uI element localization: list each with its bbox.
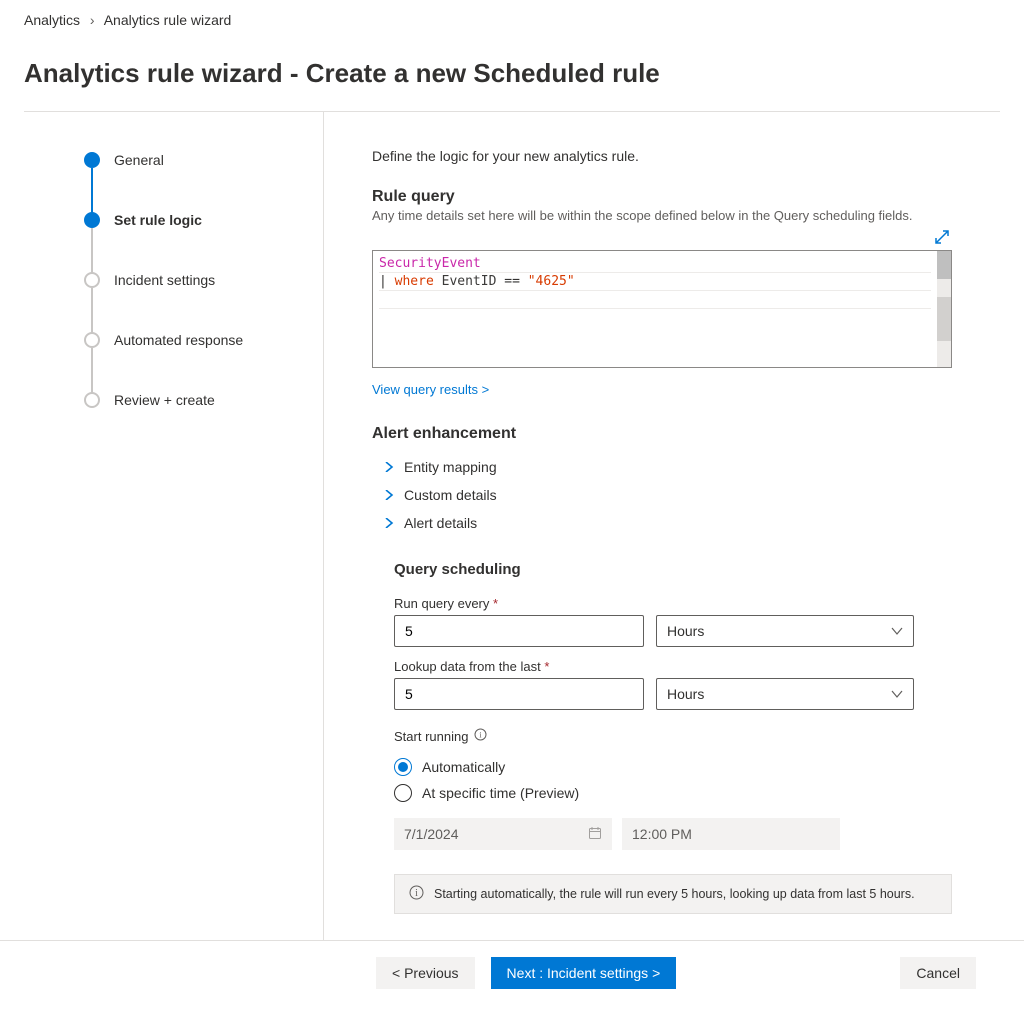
info-icon: i: [409, 885, 424, 903]
radio-specific-time[interactable]: At specific time (Preview): [394, 780, 952, 806]
expand-icon[interactable]: [934, 229, 950, 248]
chevron-right-icon: [384, 459, 394, 475]
step-review-create[interactable]: Review + create: [84, 392, 299, 408]
radio-label: Automatically: [422, 759, 505, 775]
info-icon[interactable]: i: [474, 728, 487, 744]
rule-query-heading: Rule query: [372, 188, 952, 206]
chevron-right-icon: [384, 515, 394, 531]
expander-entity-mapping[interactable]: Entity mapping: [372, 453, 952, 481]
expander-custom-details[interactable]: Custom details: [372, 481, 952, 509]
code-token: SecurityEvent: [379, 256, 481, 271]
breadcrumb: Analytics › Analytics rule wizard: [24, 12, 1000, 50]
query-scheduling-heading: Query scheduling: [394, 561, 952, 578]
run-query-value-input[interactable]: [394, 615, 644, 647]
chevron-down-icon: [891, 688, 903, 700]
radio-automatically[interactable]: Automatically: [394, 754, 952, 780]
alert-enhancement-heading: Alert enhancement: [372, 425, 952, 443]
dropdown-value: Hours: [667, 623, 704, 639]
code-token: ==: [504, 274, 527, 289]
step-set-rule-logic[interactable]: Set rule logic: [84, 212, 299, 272]
chevron-right-icon: [384, 487, 394, 503]
lookup-value-input[interactable]: [394, 678, 644, 710]
chevron-down-icon: [891, 625, 903, 637]
next-button[interactable]: Next : Incident settings >: [491, 957, 677, 989]
step-automated-response[interactable]: Automated response: [84, 332, 299, 392]
info-banner-text: Starting automatically, the rule will ru…: [434, 887, 915, 901]
code-token: |: [379, 274, 395, 289]
run-query-unit-dropdown[interactable]: Hours: [656, 615, 914, 647]
breadcrumb-current: Analytics rule wizard: [104, 12, 232, 28]
step-incident-settings[interactable]: Incident settings: [84, 272, 299, 332]
expander-label: Alert details: [404, 515, 477, 531]
previous-button[interactable]: < Previous: [376, 957, 475, 989]
query-editor[interactable]: SecurityEvent | where EventID == "4625": [372, 250, 952, 368]
time-value: 12:00 PM: [632, 826, 692, 842]
expander-alert-details[interactable]: Alert details: [372, 509, 952, 537]
step-general[interactable]: General: [84, 152, 299, 212]
dropdown-value: Hours: [667, 686, 704, 702]
radio-label: At specific time (Preview): [422, 785, 579, 801]
expander-label: Entity mapping: [404, 459, 497, 475]
start-running-label: Start running: [394, 729, 468, 744]
calendar-icon: [588, 826, 602, 843]
intro-text: Define the logic for your new analytics …: [372, 148, 952, 164]
code-token: where: [395, 274, 434, 289]
start-time-input: 12:00 PM: [622, 818, 840, 850]
breadcrumb-root[interactable]: Analytics: [24, 12, 80, 28]
cancel-button[interactable]: Cancel: [900, 957, 976, 989]
lookup-unit-dropdown[interactable]: Hours: [656, 678, 914, 710]
step-label: Incident settings: [114, 272, 215, 288]
start-date-input: 7/1/2024: [394, 818, 612, 850]
page-title: Analytics rule wizard - Create a new Sch…: [24, 58, 1000, 89]
step-label: General: [114, 152, 164, 168]
expander-label: Custom details: [404, 487, 497, 503]
chevron-right-icon: ›: [90, 12, 95, 28]
svg-text:i: i: [480, 731, 483, 740]
svg-text:i: i: [415, 888, 418, 899]
code-token: "4625": [528, 274, 575, 289]
view-query-results-link[interactable]: View query results >: [372, 382, 489, 397]
date-value: 7/1/2024: [404, 826, 459, 842]
rule-query-sub: Any time details set here will be within…: [372, 208, 952, 223]
code-token: EventID: [434, 274, 504, 289]
step-label: Review + create: [114, 392, 215, 408]
step-label: Set rule logic: [114, 212, 202, 228]
wizard-steps: General Set rule logic Incident settings…: [24, 112, 324, 940]
lookup-data-label: Lookup data from the last *: [394, 659, 952, 674]
info-banner: i Starting automatically, the rule will …: [394, 874, 952, 914]
step-label: Automated response: [114, 332, 243, 348]
run-query-label: Run query every *: [394, 596, 952, 611]
